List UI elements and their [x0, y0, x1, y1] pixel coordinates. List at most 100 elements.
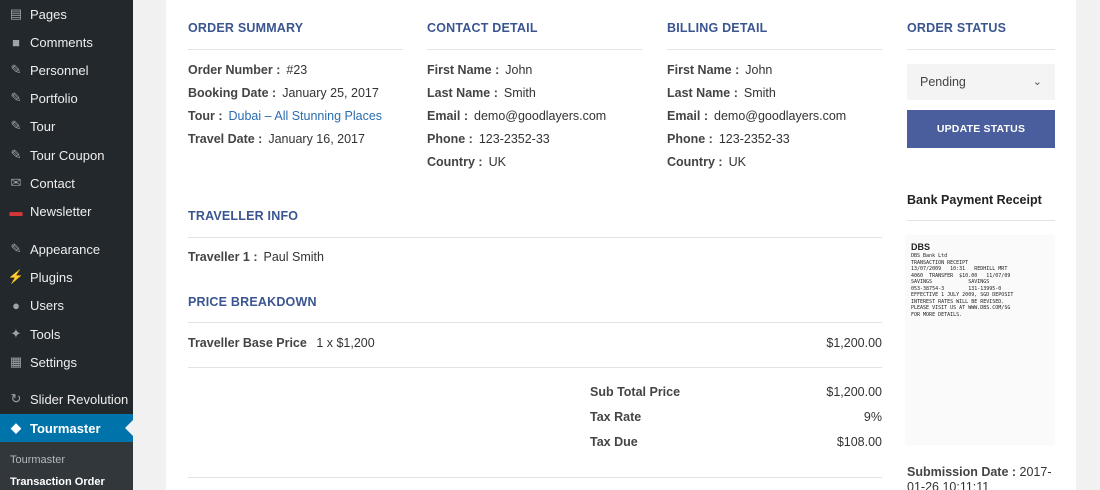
email-label: Email :: [667, 109, 708, 123]
submission-date: Submission Date : 2017-01-26 10:11:11: [907, 465, 1057, 490]
billing-detail-title: BILLING DETAIL: [667, 21, 768, 35]
order-number-label: Order Number :: [188, 63, 281, 77]
sidebar-item-label: Settings: [30, 354, 77, 370]
divider: [667, 49, 882, 50]
sidebar-item-label: Portfolio: [30, 90, 78, 106]
submenu-item-transaction-order[interactable]: Transaction Order: [10, 476, 105, 488]
base-price-amount: $1,200.00: [826, 336, 882, 350]
sidebar-item-label: Users: [30, 297, 64, 313]
sidebar-item-appearance[interactable]: ✎ Appearance: [0, 235, 133, 263]
tour-row: Tour : Dubai – All Stunning Places: [188, 109, 382, 123]
traveller-info-title: TRAVELLER INFO: [188, 209, 299, 223]
paintbrush-icon: ✎: [10, 241, 22, 256]
sidebar-item-label: Newsletter: [30, 203, 92, 219]
sidebar-item-newsletter[interactable]: ▬ Newsletter: [0, 197, 133, 225]
travel-date-label: Travel Date :: [188, 132, 263, 146]
pin-icon: ✎: [10, 90, 22, 105]
sidebar-item-settings[interactable]: ▦ Settings: [0, 348, 133, 376]
sidebar-item-label: Slider Revolution: [30, 391, 129, 407]
pin-icon: ✎: [10, 118, 22, 133]
sidebar-item-slider-revolution[interactable]: ↻ Slider Revolution: [0, 385, 133, 413]
receipt-line: FOR MORE DETAILS.: [911, 311, 963, 318]
divider: [907, 49, 1055, 50]
email-value: demo@goodlayers.com: [474, 109, 607, 123]
settings-icon: ▦: [9, 354, 23, 369]
contact-detail-title: CONTACT DETAIL: [427, 21, 538, 35]
divider: [188, 237, 882, 238]
billing-last-name-row: Last Name : Smith: [667, 86, 776, 100]
user-icon: ●: [12, 297, 20, 313]
pin-icon: ✎: [10, 62, 22, 77]
country-label: Country :: [667, 155, 723, 169]
phone-label: Phone :: [427, 132, 473, 146]
admin-sidebar: ▤ Pages ■ Comments ✎ Personnel ✎ Portfol…: [0, 0, 133, 490]
order-status-value: Pending: [920, 75, 966, 89]
pin-icon: ✎: [10, 147, 22, 162]
sidebar-item-contact[interactable]: ✉ Contact: [0, 169, 133, 197]
phone-label: Phone :: [667, 132, 713, 146]
tax-rate-value: 9%: [863, 410, 882, 424]
submission-date-label: Submission Date :: [907, 465, 1017, 479]
travel-date-row: Travel Date : January 16, 2017: [188, 132, 365, 146]
sidebar-item-tour[interactable]: ✎ Tour: [0, 112, 133, 140]
country-value: UK: [488, 155, 506, 169]
wrench-icon: ✦: [10, 326, 22, 341]
submenu-item-tourmaster[interactable]: Tourmaster: [10, 454, 65, 466]
tax-due-label: Tax Due: [590, 435, 638, 449]
sidebar-item-label: Tour: [30, 118, 56, 134]
bank-receipt-image[interactable]: DBS DBS Bank Ltd TRANSACTION RECEIPT 13/…: [905, 235, 1055, 445]
order-summary-title: ORDER SUMMARY: [188, 21, 304, 35]
envelope-icon: ✉: [10, 175, 22, 190]
tour-link[interactable]: Dubai – All Stunning Places: [228, 109, 382, 123]
tourmaster-icon: ◆: [11, 420, 21, 435]
sidebar-item-label: Plugins: [30, 269, 73, 285]
receipt-logo: DBS: [911, 242, 931, 252]
sidebar-item-personnel[interactable]: ✎ Personnel: [0, 56, 133, 84]
order-status-select[interactable]: Pending ⌄: [907, 64, 1055, 100]
first-name-value: John: [505, 63, 533, 77]
contact-country-row: Country : UK: [427, 155, 506, 169]
divider: [188, 322, 882, 323]
receipt-title: Bank Payment Receipt: [907, 193, 1042, 207]
contact-phone-row: Phone : 123-2352-33: [427, 132, 550, 146]
country-value: UK: [728, 155, 746, 169]
last-name-label: Last Name :: [427, 86, 498, 100]
order-number-value: #23: [286, 63, 308, 77]
sidebar-item-label: Tools: [30, 326, 61, 342]
base-price-qty: 1 x $1,200: [316, 336, 375, 350]
divider: [188, 49, 403, 50]
sidebar-item-tour-coupon[interactable]: ✎ Tour Coupon: [0, 141, 133, 169]
sidebar-item-pages[interactable]: ▤ Pages: [0, 0, 133, 28]
sidebar-item-portfolio[interactable]: ✎ Portfolio: [0, 84, 133, 112]
sidebar-item-users[interactable]: ● Users: [0, 291, 133, 319]
traveller-row: Traveller 1 : Paul Smith: [188, 250, 324, 264]
sidebar-item-comments[interactable]: ■ Comments: [0, 28, 133, 56]
sidebar-item-tools[interactable]: ✦ Tools: [0, 320, 133, 348]
first-name-label: First Name :: [667, 63, 740, 77]
billing-email-row: Email : demo@goodlayers.com: [667, 109, 846, 123]
update-status-button[interactable]: UPDATE STATUS: [907, 110, 1055, 148]
sidebar-item-plugins[interactable]: ⚡ Plugins: [0, 263, 133, 291]
newsletter-icon: ▬: [9, 203, 23, 219]
sidebar-item-label: Tourmaster: [30, 420, 101, 436]
country-label: Country :: [427, 155, 483, 169]
last-name-value: Smith: [743, 86, 776, 100]
tourmaster-submenu: Tourmaster Transaction Order: [0, 442, 133, 490]
subtotal-label: Sub Total Price: [590, 385, 681, 399]
email-value: demo@goodlayers.com: [714, 109, 847, 123]
contact-last-name-row: Last Name : Smith: [427, 86, 536, 100]
order-status-title: ORDER STATUS: [907, 21, 1007, 35]
divider: [188, 477, 882, 478]
active-arrow-icon: [125, 420, 133, 436]
traveller-label: Traveller 1 :: [188, 250, 258, 264]
price-breakdown-title: PRICE BREAKDOWN: [188, 295, 317, 309]
sidebar-item-tourmaster[interactable]: ◆ Tourmaster: [0, 414, 133, 442]
comments-icon: ■: [12, 34, 20, 50]
billing-country-row: Country : UK: [667, 155, 746, 169]
first-name-label: First Name :: [427, 63, 500, 77]
phone-value: 123-2352-33: [478, 132, 550, 146]
base-price-label: Traveller Base Price: [188, 336, 307, 350]
pages-icon: ▤: [9, 6, 23, 21]
sidebar-item-label: Appearance: [30, 241, 101, 257]
sidebar-item-label: Tour Coupon: [30, 147, 105, 163]
